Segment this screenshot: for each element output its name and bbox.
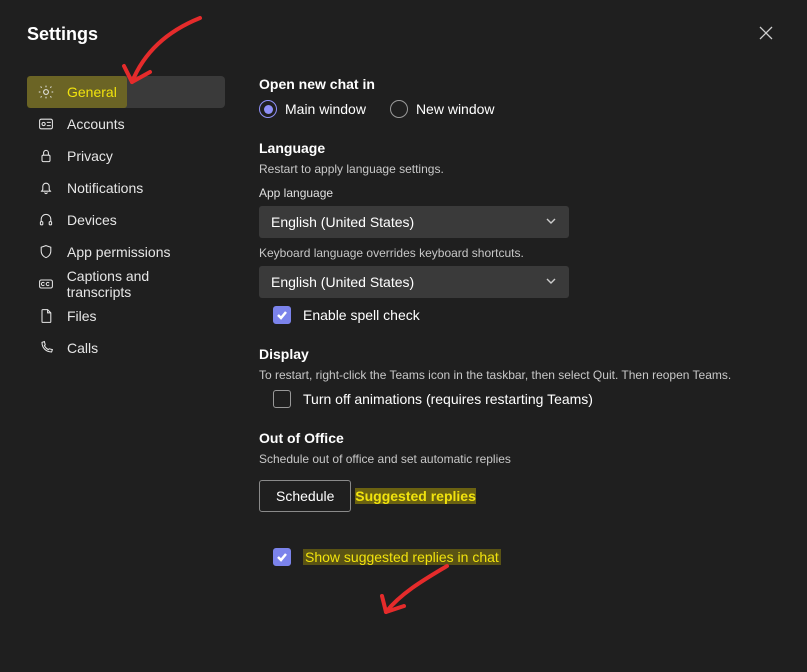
sidebar: General Accounts Privacy Notifications <box>27 76 225 672</box>
sidebar-item-label: Files <box>67 308 97 324</box>
phone-icon <box>37 339 55 357</box>
cc-icon <box>37 275 55 293</box>
sidebar-item-privacy[interactable]: Privacy <box>27 140 225 172</box>
schedule-button[interactable]: Schedule <box>259 480 351 512</box>
sidebar-item-app-permissions[interactable]: App permissions <box>27 236 225 268</box>
radio-label: Main window <box>285 101 366 117</box>
sidebar-item-label: Privacy <box>67 148 113 164</box>
animations-label: Turn off animations (requires restarting… <box>303 391 593 407</box>
sidebar-item-label: Calls <box>67 340 98 356</box>
keyboard-language-select[interactable]: English (United States) <box>259 266 569 298</box>
open-chat-title: Open new chat in <box>259 76 780 92</box>
sidebar-item-label: Devices <box>67 212 117 228</box>
close-button[interactable] <box>752 20 780 48</box>
select-value: English (United States) <box>271 214 414 230</box>
ooo-hint: Schedule out of office and set automatic… <box>259 452 780 466</box>
sidebar-item-captions[interactable]: Captions and transcripts <box>27 268 225 300</box>
sidebar-item-files[interactable]: Files <box>27 300 225 332</box>
headset-icon <box>37 211 55 229</box>
sidebar-item-label: General <box>67 84 117 100</box>
radio-new-window[interactable]: New window <box>390 100 495 118</box>
radio-label: New window <box>416 101 495 117</box>
suggested-replies-title: Suggested replies <box>355 488 476 504</box>
radio-icon <box>259 100 277 118</box>
bell-icon <box>37 179 55 197</box>
display-hint: To restart, right-click the Teams icon i… <box>259 368 780 382</box>
sidebar-item-label: Accounts <box>67 116 125 132</box>
lock-icon <box>37 147 55 165</box>
sidebar-item-notifications[interactable]: Notifications <box>27 172 225 204</box>
sidebar-item-accounts[interactable]: Accounts <box>27 108 225 140</box>
settings-content: Open new chat in Main window New window … <box>225 76 780 672</box>
language-hint: Restart to apply language settings. <box>259 162 780 176</box>
chevron-down-icon <box>545 274 557 290</box>
gear-icon <box>37 83 55 101</box>
spellcheck-checkbox[interactable] <box>273 306 291 324</box>
sidebar-item-label: Captions and transcripts <box>67 268 215 300</box>
badge-icon <box>37 115 55 133</box>
shield-icon <box>37 243 55 261</box>
sidebar-item-label: App permissions <box>67 244 171 260</box>
chevron-down-icon <box>545 214 557 230</box>
spellcheck-label: Enable spell check <box>303 307 420 323</box>
app-language-select[interactable]: English (United States) <box>259 206 569 238</box>
suggested-replies-checkbox[interactable] <box>273 548 291 566</box>
sidebar-item-devices[interactable]: Devices <box>27 204 225 236</box>
radio-icon <box>390 100 408 118</box>
display-title: Display <box>259 346 780 362</box>
select-value: English (United States) <box>271 274 414 290</box>
sidebar-item-general[interactable]: General <box>27 76 225 108</box>
close-icon <box>759 26 773 43</box>
language-title: Language <box>259 140 780 156</box>
sidebar-item-label: Notifications <box>67 180 143 196</box>
app-language-label: App language <box>259 186 780 200</box>
file-icon <box>37 307 55 325</box>
animations-checkbox[interactable] <box>273 390 291 408</box>
settings-title: Settings <box>27 24 98 45</box>
ooo-title: Out of Office <box>259 430 780 446</box>
radio-main-window[interactable]: Main window <box>259 100 366 118</box>
keyboard-hint: Keyboard language overrides keyboard sho… <box>259 246 780 260</box>
suggested-replies-label: Show suggested replies in chat <box>303 549 501 565</box>
sidebar-item-calls[interactable]: Calls <box>27 332 225 364</box>
